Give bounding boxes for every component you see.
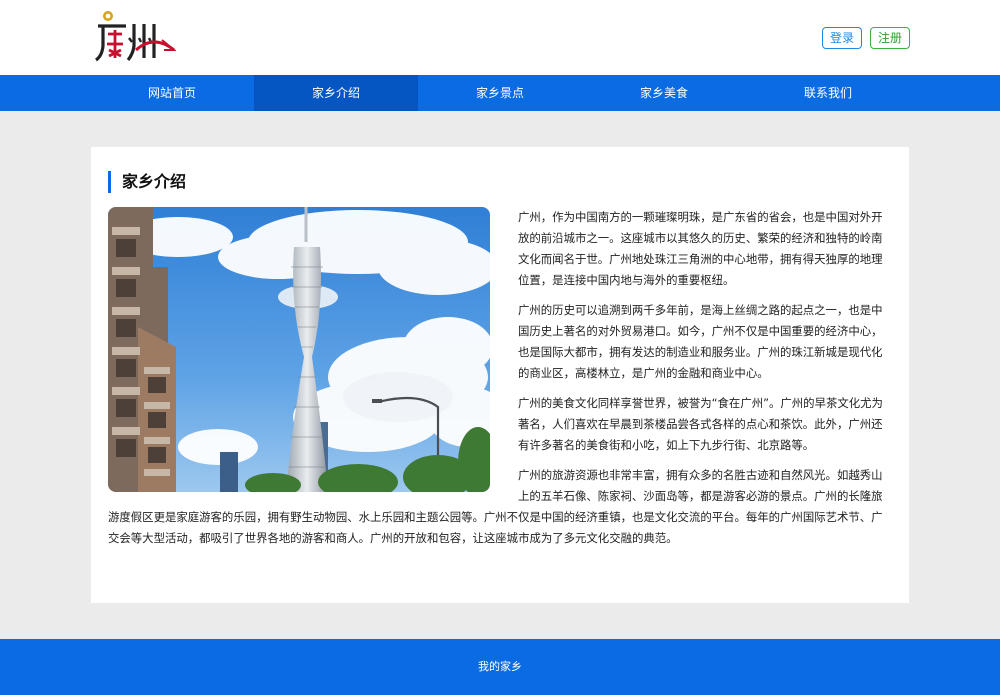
auth-buttons: 登录 注册 (821, 27, 910, 49)
logo-text: 广州 (94, 10, 96, 11)
section-title: 家乡介绍 (108, 171, 186, 193)
content-card: 家乡介绍 广州，作为中国南方的一颗璀璨明珠，是广东省的省会，也是中国对外开放的前… (91, 147, 909, 603)
main-nav: 网站首页 家乡介绍 家乡景点 家乡美食 联系我们 (0, 75, 1000, 111)
login-button[interactable]: 登录 (821, 27, 862, 49)
site-header: 广州 登录 注册 (0, 0, 1000, 75)
nav-item-attractions[interactable]: 家乡景点 (418, 75, 582, 111)
nav-item-food[interactable]: 家乡美食 (582, 75, 746, 111)
site-footer: 我的家乡 (0, 639, 1000, 695)
register-button[interactable]: 注册 (869, 27, 910, 49)
site-logo[interactable]: 广州 (94, 10, 177, 64)
nav-item-contact[interactable]: 联系我们 (746, 75, 910, 111)
nav-item-home[interactable]: 网站首页 (90, 75, 254, 111)
canton-tower-photo (108, 207, 490, 492)
nav-item-intro[interactable]: 家乡介绍 (254, 75, 418, 111)
